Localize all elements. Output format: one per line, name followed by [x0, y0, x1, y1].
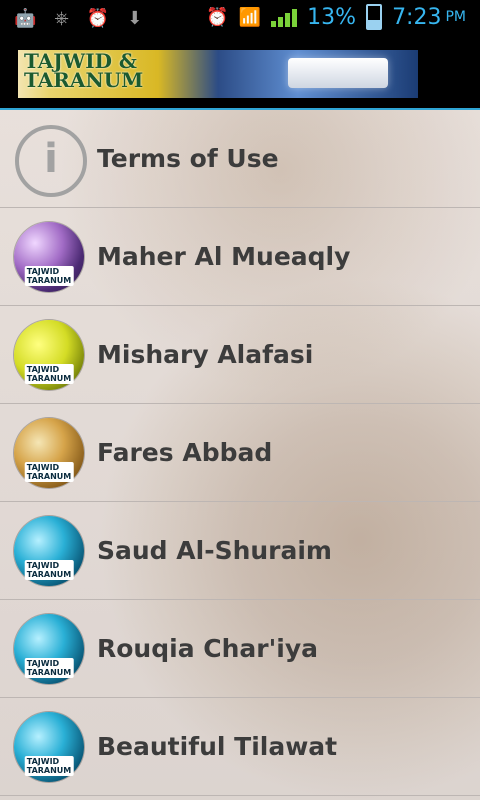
avatar-badge: TAJWID TARANUM [24, 462, 74, 482]
banner-title: TAJWID & TARANUM [24, 51, 144, 92]
reciter-list: i Terms of Use TAJWID TARANUM Maher Al M… [0, 110, 480, 800]
status-bar: 🤖 ⎈ ⏰ ⬇ ⏰ 📶 13% 7:23 PM [0, 0, 480, 38]
info-icon: i [15, 125, 87, 197]
list-item-label: Maher Al Mueaqly [97, 242, 351, 271]
list-item-label: Saud Al-Shuraim [97, 536, 332, 565]
app-banner: TAJWID & TARANUM [18, 50, 418, 98]
android-icon: 🤖 [14, 8, 37, 29]
list-item[interactable]: TAJWID TARANUM Fares Abbad [0, 404, 480, 502]
avatar-badge: TAJWID TARANUM [24, 560, 74, 580]
signal-icon [271, 7, 298, 27]
battery-percent: 13% [307, 4, 357, 30]
download-icon: ⬇ [127, 8, 143, 29]
list-item[interactable]: TAJWID TARANUM Mishary Alafasi [0, 306, 480, 404]
reciter-avatar-icon: TAJWID TARANUM [14, 516, 84, 586]
app-header: TAJWID & TARANUM [0, 38, 480, 108]
reciter-avatar-icon: TAJWID TARANUM [14, 614, 84, 684]
reciter-avatar-icon: TAJWID TARANUM [14, 222, 84, 292]
list-item-label: Rouqia Char'iya [97, 634, 318, 663]
avatar-badge: TAJWID TARANUM [24, 658, 74, 678]
quran-book-icon [288, 58, 388, 88]
usb-icon: ⎈ [54, 8, 69, 29]
list-item[interactable]: i Terms of Use [0, 110, 480, 208]
list-item-label: Mishary Alafasi [97, 340, 314, 369]
list-item[interactable]: TAJWID TARANUM Saud Al-Shuraim [0, 502, 480, 600]
banner-title-line2: TARANUM [24, 68, 144, 92]
status-left: 🤖 ⎈ ⏰ ⬇ [14, 8, 142, 30]
list-item-label: Beautiful Tilawat [97, 732, 338, 761]
wifi-icon: 📶 [238, 6, 262, 28]
avatar-badge: TAJWID TARANUM [24, 266, 74, 286]
clock-ampm: PM [445, 9, 466, 25]
reciter-avatar-icon: TAJWID TARANUM [14, 320, 84, 390]
avatar-badge: TAJWID TARANUM [24, 364, 74, 384]
avatar-badge: TAJWID TARANUM [24, 756, 74, 776]
alarm-icon: ⏰ [206, 6, 229, 28]
list-item-label: Fares Abbad [97, 438, 273, 467]
list-item-label: Terms of Use [97, 144, 279, 173]
battery-icon [366, 4, 383, 30]
status-right: ⏰ 📶 13% 7:23 PM [206, 4, 466, 30]
reciter-avatar-icon: TAJWID TARANUM [14, 712, 84, 782]
list-item[interactable]: TAJWID TARANUM Rouqia Char'iya [0, 600, 480, 698]
alarm-icon: ⏰ [86, 8, 110, 29]
list-item[interactable]: TAJWID TARANUM Beautiful Tilawat [0, 698, 480, 796]
reciter-avatar-icon: TAJWID TARANUM [14, 418, 84, 488]
list-item[interactable]: TAJWID TARANUM Maher Al Mueaqly [0, 208, 480, 306]
clock-time: 7:23 [392, 4, 442, 30]
